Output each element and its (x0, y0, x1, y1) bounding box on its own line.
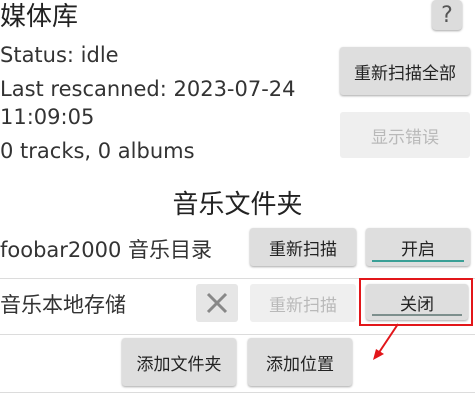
help-button[interactable]: ? (432, 0, 462, 30)
page-title: 媒体库 (0, 2, 79, 32)
folder-label-local: 音乐本地存储 (0, 293, 126, 317)
last-rescanned-text: Last rescanned: 2023-07-24 (0, 77, 296, 101)
folder-label-foobar: foobar2000 音乐目录 (0, 238, 213, 262)
library-counts: 0 tracks, 0 albums (0, 139, 195, 163)
help-icon: ? (441, 2, 453, 28)
remove-folder-button[interactable] (196, 284, 238, 322)
add-location-button[interactable]: 添加位置 (248, 338, 352, 386)
section-title: 音乐文件夹 (172, 190, 303, 220)
add-folder-button[interactable]: 添加文件夹 (122, 338, 236, 386)
divider (0, 392, 475, 393)
folder-rescan-button[interactable]: 重新扫描 (250, 228, 356, 266)
show-errors-button[interactable]: 显示错误 (340, 112, 470, 158)
folder-toggle-on-button[interactable]: 开启 (366, 228, 470, 266)
last-rescanned-time: 11:09:05 (0, 105, 95, 129)
annotation-arrow-icon (373, 323, 399, 360)
folder-rescan-button-disabled[interactable]: 重新扫描 (250, 284, 356, 322)
status-text: Status: idle (0, 43, 119, 67)
close-icon (206, 292, 228, 314)
rescan-all-button[interactable]: 重新扫描全部 (340, 47, 470, 95)
folder-toggle-off-button[interactable]: 关闭 (366, 284, 468, 320)
